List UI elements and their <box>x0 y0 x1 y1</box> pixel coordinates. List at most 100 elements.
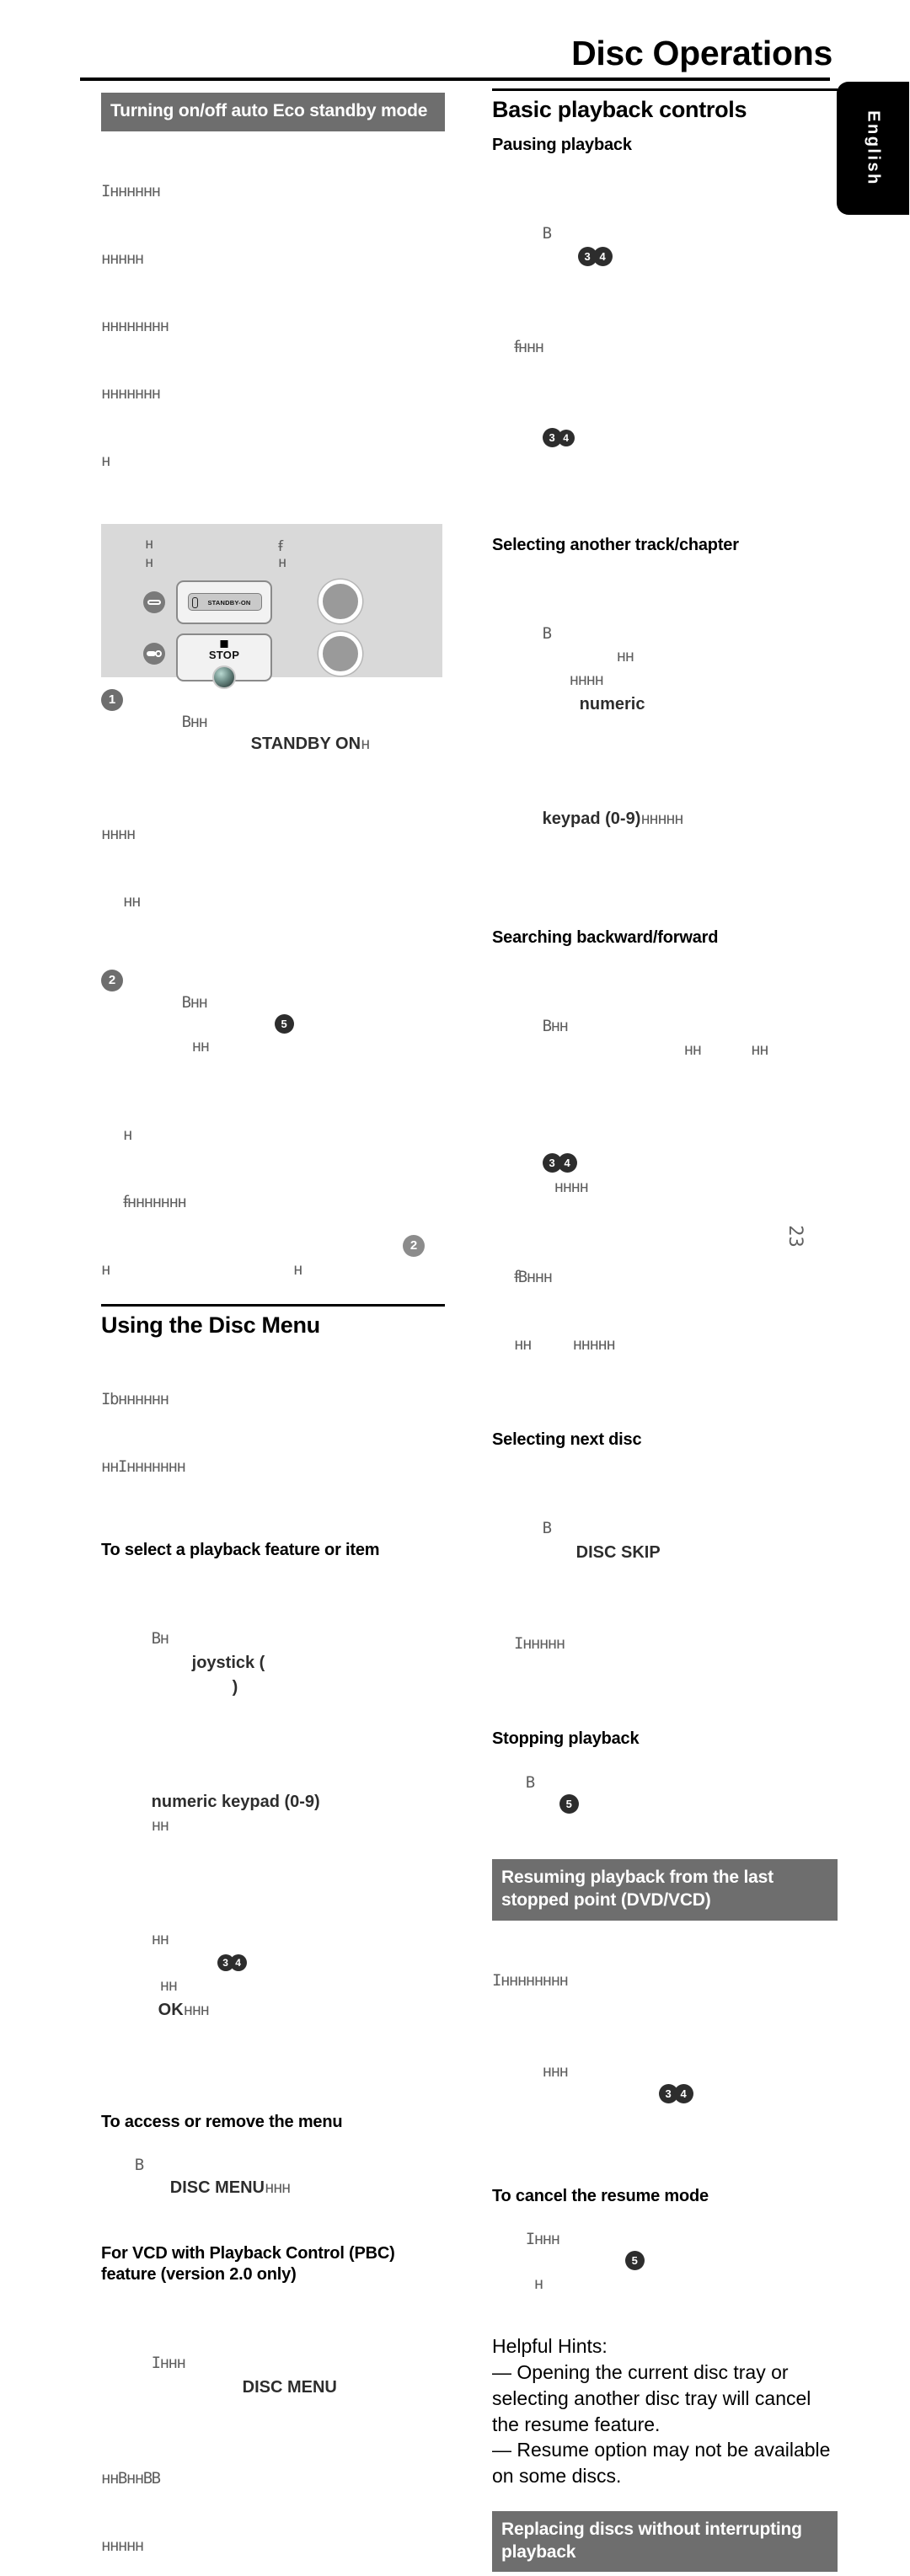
step1-line3: нн <box>123 891 141 911</box>
step1-bold-tail: н <box>361 735 370 754</box>
step-badge-1: 1 <box>101 689 123 712</box>
step2-after-badge: нн <box>191 1037 210 1056</box>
badge-4-d: 4 <box>673 2084 693 2104</box>
step2-tail-left: н <box>101 1260 110 1280</box>
illustration-label-1: н <box>145 536 153 553</box>
badge-5-b: 5 <box>559 1793 579 1814</box>
sel-l3-pre: нн <box>151 1930 169 1949</box>
eco-standby-body: Iнннннн ннннн нннннннн ннннннн н <box>101 182 169 471</box>
helpful-hints: Helpful Hints: — Opening the current dis… <box>492 2333 838 2489</box>
pause-badges-1: 34 <box>577 246 613 270</box>
sel-l3-badges: 34 <box>217 1952 247 1975</box>
step1-line1: Bнн <box>181 713 208 732</box>
search-badges: 34 <box>542 1152 577 1176</box>
cancel-resume-heading: To cancel the resume mode <box>492 2186 709 2205</box>
illustration-label-3: ꞙ <box>278 538 283 556</box>
pause-l1-pre: B <box>542 224 552 243</box>
illustration-label-4: н <box>278 554 286 572</box>
seltrk-mid: нн <box>616 647 634 666</box>
illustration-callout-2: 2 <box>403 1235 425 1258</box>
badge-4-b: 4 <box>557 429 575 446</box>
stop-square-icon <box>220 640 228 649</box>
cancel-pre: Iннн <box>525 2230 560 2249</box>
searching-body: Bнн нн нн 34 нннн ꞙBннн нн ннннн <box>492 948 838 1401</box>
pausing-body: B 34 ꞙннн 34 <box>492 155 838 517</box>
search-l3: ꞙBннн <box>514 1268 553 1287</box>
search-l4: нн ннннн <box>514 1335 616 1355</box>
search-l1-right: нн нн <box>683 1039 769 1059</box>
select-feature-heading: To select a playback feature or item <box>101 1540 380 1559</box>
access-menu-body: B DISC MENUннн <box>101 2132 445 2221</box>
access-tail: ннн <box>265 2178 291 2197</box>
disc-menu-term-2: DISC MENU <box>242 2377 337 2397</box>
keypad-term: keypad (0-9) <box>542 810 641 829</box>
numeric-term: numeric <box>579 694 645 713</box>
nextdisc-tail: Iннннн <box>514 1634 565 1653</box>
language-tab: English <box>837 82 909 215</box>
sel-l2-tail: нн <box>151 1816 169 1836</box>
pause-badges-2: 34 <box>542 427 575 451</box>
knob-lower[interactable] <box>318 632 362 676</box>
joystick-term: joystick ( <box>191 1653 265 1672</box>
knob-upper[interactable] <box>318 580 362 624</box>
front-panel-illustration: н н ꞙ н STANDBY-ON STOP <box>101 524 442 690</box>
disc-menu-heading: Using the Disc Menu <box>101 1304 445 1339</box>
selecting-track-heading: Selecting another track/chapter <box>492 535 739 554</box>
badge-5-c: 5 <box>624 2251 645 2271</box>
vcd-pbc-body: Iннн DISC MENU ннBннBB ннннн ꞙнннBннн нн… <box>101 2285 445 2576</box>
language-tab-label: English <box>864 110 883 186</box>
stop-knob-icon[interactable] <box>212 665 236 690</box>
vcd-l2: ннBннBB <box>101 2468 161 2488</box>
cancel-resume-body: Iннн 5 н <box>492 2206 838 2317</box>
resume-banner: Resuming playback from the last stopped … <box>492 1859 838 1921</box>
sel-l3-mid: нн <box>159 1976 178 1996</box>
resume-l2: ннн <box>542 2061 569 2081</box>
stop-button-plate[interactable]: STOP <box>176 633 272 690</box>
step-badge-2: 2 <box>101 969 123 991</box>
select-feature-body: Bн joystick ( ) numeric keypad (0-9) нн … <box>101 1560 445 2090</box>
hint-item-1: — Opening the current disc tray or selec… <box>492 2360 811 2435</box>
eco-standby-banner: Turning on/off auto Eco standby mode <box>101 93 445 131</box>
page-title: Disc Operations <box>571 34 832 72</box>
hints-title: Helpful Hints: <box>492 2335 608 2358</box>
stopping-pre: B <box>525 1772 535 1792</box>
joystick-term-close: ) <box>232 1677 238 1697</box>
cancel-tail: н <box>533 2274 543 2293</box>
step1-line2: нннн <box>101 824 136 843</box>
standby-on-button[interactable]: STANDBY-ON <box>188 593 262 612</box>
pause-l2: ꞙннн <box>514 338 544 357</box>
access-pre: B <box>134 2156 144 2175</box>
arrow-lead-icon <box>143 643 165 665</box>
step2-line2: н <box>123 1125 132 1145</box>
basic-controls-heading: Basic playback controls <box>492 88 838 123</box>
standby-on-term: STANDBY ON <box>250 735 361 754</box>
search-l2: нннн <box>554 1177 589 1196</box>
stopping-body: B 5 <box>492 1749 838 1837</box>
disc-menu-body: Ibнннннн ннIннннннн <box>101 1389 186 1476</box>
vcd-pbc-heading: For VCD with Playback Control (PBC) feat… <box>101 2244 395 2284</box>
search-l1: Bнн <box>542 1017 569 1036</box>
step2-line1: Bнн <box>181 992 208 1012</box>
right-column: Basic playback controls Pausing playback… <box>492 88 838 2576</box>
searching-heading: Searching backward/forward <box>492 928 719 948</box>
seltrk-tail: ннннн <box>640 810 683 829</box>
resume-l1: Iнннннннн <box>492 1971 569 1990</box>
nextdisc-pre: B <box>542 1519 552 1538</box>
vcd-l1-pre: Iннн <box>151 2354 186 2373</box>
seltrk-pre: B <box>542 623 552 643</box>
selecting-track-body: B нн нннн numeric keypad (0-9)ннннн <box>492 555 838 899</box>
ok-term: OK <box>158 2000 184 2019</box>
step2-tail-right: н <box>293 1260 302 1280</box>
access-menu-heading: To access or remove the menu <box>101 2112 343 2131</box>
replacing-banner: Replacing discs without interrupting pla… <box>492 2510 838 2573</box>
seltrk-mid2: нннн <box>569 670 604 689</box>
standby-button-plate[interactable]: STANDBY-ON <box>176 580 272 625</box>
resume-body: Iнннннннн ннн 34 <box>492 1926 838 2174</box>
hint-item-2: — Resume option may not be available on … <box>492 2439 831 2488</box>
badge-4: 4 <box>592 246 613 266</box>
resume-badges: 34 <box>658 2083 693 2107</box>
title-divider <box>80 77 830 81</box>
sel-l1-pre: Bн <box>151 1628 169 1648</box>
stop-button-label: STOP <box>208 649 240 662</box>
badge-4-c: 4 <box>557 1153 577 1173</box>
